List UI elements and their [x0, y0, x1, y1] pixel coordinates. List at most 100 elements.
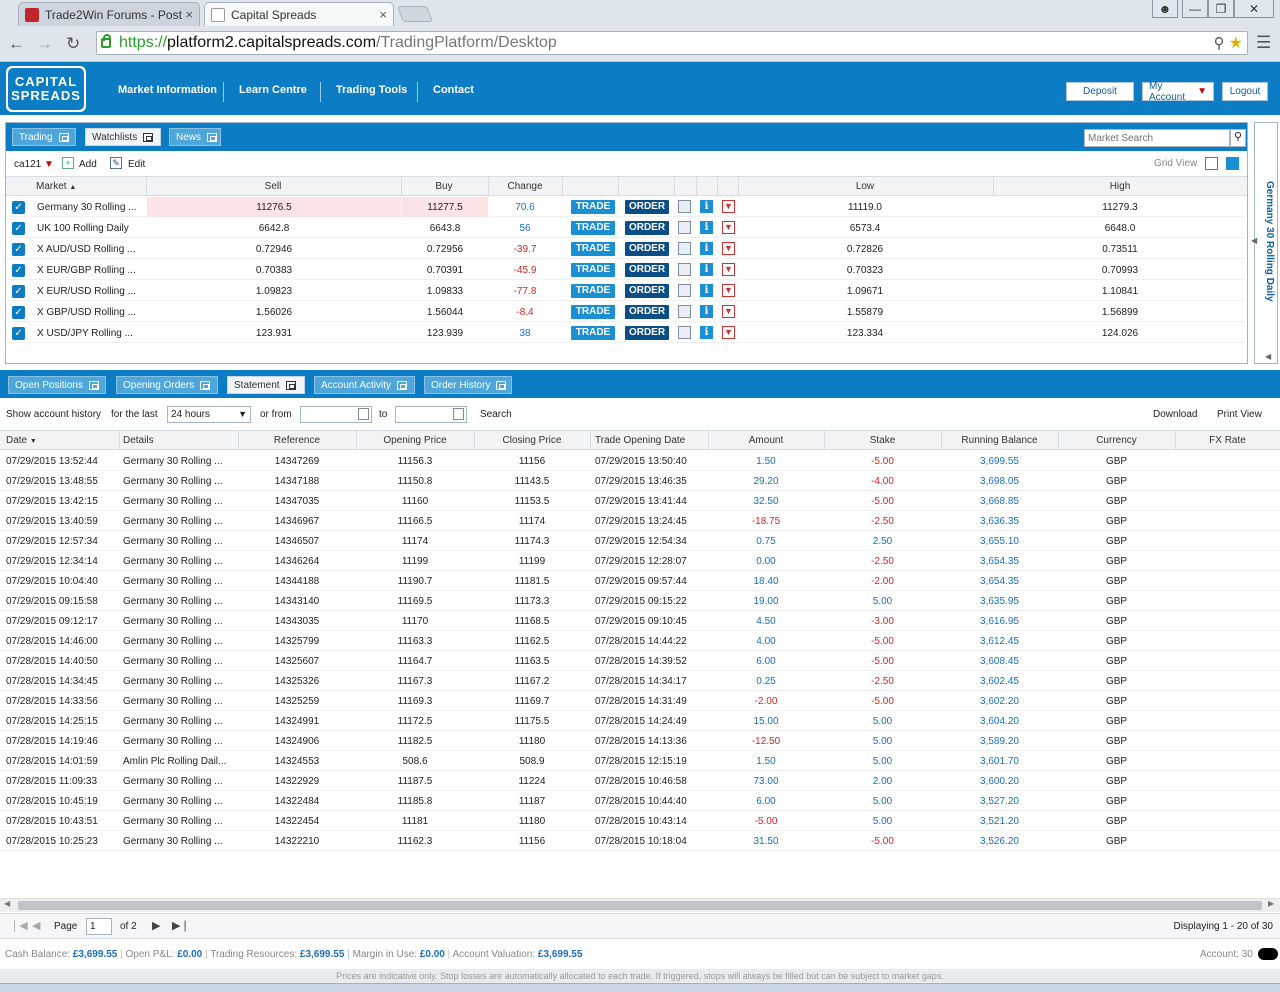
market-name[interactable]: X AUD/USD Rolling ... — [37, 244, 135, 255]
row-menu-icon[interactable]: ▼ — [722, 263, 735, 276]
row-menu-icon[interactable]: ▼ — [722, 326, 735, 339]
info-icon[interactable]: i — [700, 200, 713, 213]
column-header-stake[interactable]: Stake — [824, 435, 941, 446]
row-menu-icon[interactable]: ▼ — [722, 284, 735, 297]
scroll-right-icon[interactable]: ▶ — [1268, 899, 1274, 908]
zoom-icon[interactable]: ⚲ — [1214, 34, 1225, 52]
chart-icon[interactable] — [678, 200, 691, 213]
trade-button[interactable]: TRADE — [571, 326, 615, 340]
row-checkbox[interactable]: ✓ — [12, 222, 25, 235]
close-tab-icon[interactable]: × — [185, 7, 193, 22]
column-header-low[interactable]: Low — [738, 181, 992, 192]
tab-statement[interactable]: Statement — [227, 376, 305, 394]
sell-price[interactable]: 0.72946 — [147, 244, 401, 255]
search-icon[interactable]: ⚲ — [1230, 129, 1246, 147]
browser-tab-capital-spreads[interactable]: Capital Spreads × — [204, 2, 394, 26]
row-menu-icon[interactable]: ▼ — [722, 221, 735, 234]
buy-price[interactable]: 11277.5 — [402, 202, 488, 213]
column-header-date[interactable]: Date ▼ — [6, 435, 116, 446]
chart-icon[interactable] — [678, 326, 691, 339]
chart-icon[interactable] — [678, 242, 691, 255]
from-date-input[interactable] — [300, 406, 372, 423]
trade-button[interactable]: TRADE — [571, 221, 615, 235]
address-bar[interactable]: https:// platform2.capitalspreads.com /T… — [96, 31, 1248, 55]
logout-button[interactable]: Logout — [1222, 82, 1268, 101]
print-view-button[interactable]: Print View — [1217, 409, 1262, 420]
nav-trading-tools[interactable]: Trading Tools — [336, 84, 407, 96]
market-name[interactable]: Germany 30 Rolling ... — [37, 202, 137, 213]
sell-price[interactable]: 6642.8 — [147, 223, 401, 234]
column-header-change[interactable]: Change — [488, 181, 562, 192]
menu-icon[interactable]: ☰ — [1256, 33, 1271, 53]
buy-price[interactable]: 1.56044 — [402, 307, 488, 318]
trade-button[interactable]: TRADE — [571, 242, 615, 256]
market-name[interactable]: X USD/JPY Rolling ... — [37, 328, 133, 339]
chart-icon[interactable] — [678, 263, 691, 276]
row-checkbox[interactable]: ✓ — [12, 201, 25, 214]
column-header-sell[interactable]: Sell — [146, 181, 400, 192]
chart-side-panel[interactable]: Germany 30 Rolling Daily — [1254, 122, 1278, 364]
order-button[interactable]: ORDER — [625, 200, 669, 214]
trade-button[interactable]: TRADE — [571, 305, 615, 319]
minimize-button[interactable]: — — [1182, 0, 1208, 18]
last-page-icon[interactable]: ▶❘ — [172, 919, 190, 932]
edit-icon[interactable]: ✎ — [110, 157, 122, 169]
nav-contact[interactable]: Contact — [433, 84, 474, 96]
info-icon[interactable]: i — [700, 242, 713, 255]
row-menu-icon[interactable]: ▼ — [722, 200, 735, 213]
bookmark-star-icon[interactable]: ★ — [1229, 33, 1243, 53]
back-icon[interactable]: ← — [8, 34, 25, 54]
deposit-button[interactable]: Deposit — [1066, 82, 1134, 101]
row-checkbox[interactable]: ✓ — [12, 306, 25, 319]
to-date-input[interactable] — [395, 406, 467, 423]
market-name[interactable]: X EUR/GBP Rolling ... — [37, 265, 136, 276]
tab-order-history[interactable]: Order History — [424, 376, 512, 394]
buy-price[interactable]: 0.72956 — [402, 244, 488, 255]
sell-price[interactable]: 0.70383 — [147, 265, 401, 276]
column-header-details[interactable]: Details — [123, 435, 233, 446]
browser-tab-trade2win[interactable]: Trade2Win Forums - Post × — [18, 2, 200, 26]
calendar-icon[interactable] — [453, 408, 464, 420]
row-checkbox[interactable]: ✓ — [12, 243, 25, 256]
sell-price[interactable]: 1.09823 — [147, 286, 401, 297]
column-header-buy[interactable]: Buy — [401, 181, 487, 192]
user-icon[interactable]: ☻ — [1152, 0, 1178, 18]
tab-opening-orders[interactable]: Opening Orders — [116, 376, 218, 394]
buy-price[interactable]: 6643.8 — [402, 223, 488, 234]
column-header-reference[interactable]: Reference — [238, 435, 356, 446]
column-header-opening-price[interactable]: Opening Price — [356, 435, 474, 446]
edit-button[interactable]: Edit — [128, 159, 145, 170]
next-page-icon[interactable]: ▶ — [152, 919, 160, 932]
page-number-input[interactable]: 1 — [86, 918, 112, 935]
info-icon[interactable]: i — [700, 284, 713, 297]
column-header-amount[interactable]: Amount — [708, 435, 824, 446]
search-button[interactable]: Search — [480, 409, 512, 420]
row-checkbox[interactable]: ✓ — [12, 327, 25, 340]
row-checkbox[interactable]: ✓ — [12, 285, 25, 298]
period-select[interactable]: 24 hours ▼ — [167, 406, 251, 423]
trade-button[interactable]: TRADE — [571, 263, 615, 277]
trade-button[interactable]: TRADE — [571, 200, 615, 214]
close-tab-icon[interactable]: × — [379, 7, 387, 22]
collapse-arrow-icon[interactable]: ◀ — [1251, 236, 1257, 245]
column-header-closing-price[interactable]: Closing Price — [474, 435, 590, 446]
column-header-running-balance[interactable]: Running Balance — [941, 435, 1058, 446]
forward-icon[interactable]: → — [36, 34, 53, 54]
capital-spreads-logo[interactable]: CAPITAL SPREADS — [6, 66, 86, 112]
grid-view-icon[interactable] — [1226, 157, 1239, 170]
prev-page-icon[interactable]: ◀ — [32, 919, 40, 932]
row-menu-icon[interactable]: ▼ — [722, 305, 735, 318]
column-header-high[interactable]: High — [993, 181, 1247, 192]
sell-price[interactable]: 11276.5 — [147, 202, 401, 213]
buy-price[interactable]: 0.70391 — [402, 265, 488, 276]
new-tab-button[interactable] — [397, 6, 433, 22]
row-menu-icon[interactable]: ▼ — [722, 242, 735, 255]
column-header-currency[interactable]: Currency — [1058, 435, 1175, 446]
horizontal-scrollbar[interactable]: ◀ ▶ — [0, 898, 1280, 912]
order-button[interactable]: ORDER — [625, 242, 669, 256]
tab-open-positions[interactable]: Open Positions — [8, 376, 106, 394]
download-button[interactable]: Download — [1153, 409, 1197, 420]
column-header-market[interactable]: Market ▲ — [36, 181, 76, 192]
nav-market-information[interactable]: Market Information — [118, 84, 217, 96]
chart-icon[interactable] — [678, 305, 691, 318]
